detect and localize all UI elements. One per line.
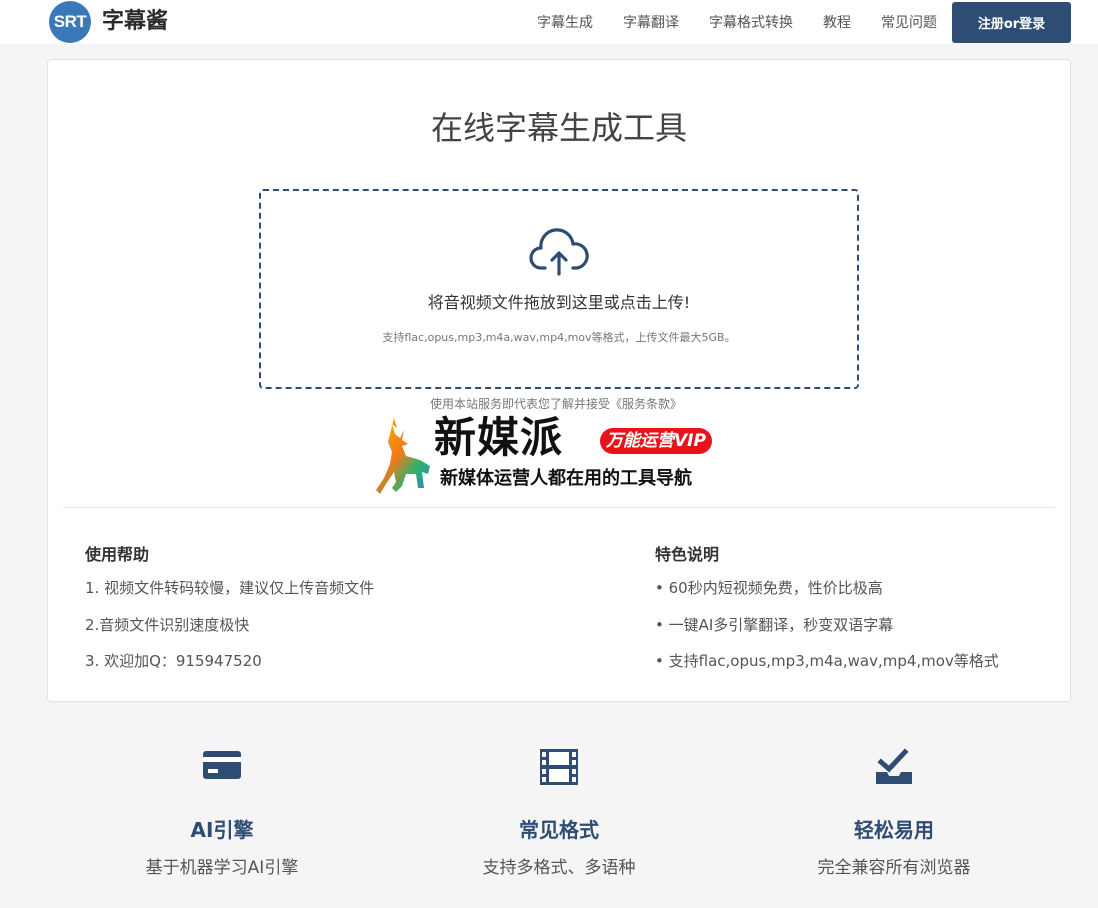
top-navbar: SRT 字幕酱 字幕生成 字幕翻译 字幕格式转换 教程 常见问题 注册or登录 [0,0,1098,44]
banner-brand-name: 新媒派 [434,413,564,462]
features-info-item: • 一键AI多引擎翻译，秒变双语字幕 [655,616,894,634]
terms-of-service-link[interactable]: 使用本站服务即代表您了解并接受《服务条款》 [0,396,1098,412]
cloud-upload-icon [529,228,589,276]
page-title: 在线字幕生成工具 [430,109,687,147]
nav-link-tutorial[interactable]: 教程 [823,13,851,33]
login-register-button[interactable]: 注册or登录 [952,2,1071,43]
vip-badge: 万能运营VIP [600,428,712,454]
deer-logo-icon [376,418,430,494]
feature-title: AI引擎 [190,818,254,842]
dropzone-hint: 支持flac,opus,mp3,m4a,wav,mp4,mov等格式，上传文件最… [382,331,736,344]
nav-link-faq[interactable]: 常见问题 [881,13,937,33]
features-info-item: • 支持flac,opus,mp3,m4a,wav,mp4,mov等格式 [655,652,999,670]
dropzone-label: 将音视频文件拖放到这里或点击上传! [427,293,691,312]
help-item: 3. 欢迎加Q：915947520 [85,652,262,670]
features-info-title: 特色说明 [655,545,720,564]
film-icon [540,749,578,785]
check-tray-icon [876,748,912,784]
banner-subtitle: 新媒体运营人都在用的工具导航 [440,468,692,489]
site-name[interactable]: 字幕酱 [102,7,168,37]
upload-dropzone[interactable]: 将音视频文件拖放到这里或点击上传! 支持flac,opus,mp3,m4a,wa… [259,189,859,389]
section-divider [63,507,1055,508]
feature-desc: 完全兼容所有浏览器 [817,858,971,878]
credit-card-icon [203,751,241,779]
features-info-item: • 60秒内短视频免费，性价比极高 [655,579,883,597]
nav-link-format-convert[interactable]: 字幕格式转换 [709,13,793,33]
feature-desc: 基于机器学习AI引擎 [145,858,299,878]
help-title: 使用帮助 [85,545,150,564]
feature-title: 轻松易用 [854,818,934,842]
nav-link-subtitle-translate[interactable]: 字幕翻译 [623,13,679,33]
feature-desc: 支持多格式、多语种 [482,858,636,878]
help-item: 2.音频文件识别速度极快 [85,616,250,634]
promo-banner[interactable]: 新媒派 万能运营VIP 新媒体运营人都在用的工具导航 [372,412,732,496]
logo-badge[interactable]: SRT [49,1,91,43]
feature-title: 常见格式 [519,818,599,842]
help-item: 1. 视频文件转码较慢，建议仅上传音频文件 [85,579,375,597]
nav-link-subtitle-generate[interactable]: 字幕生成 [537,13,593,33]
